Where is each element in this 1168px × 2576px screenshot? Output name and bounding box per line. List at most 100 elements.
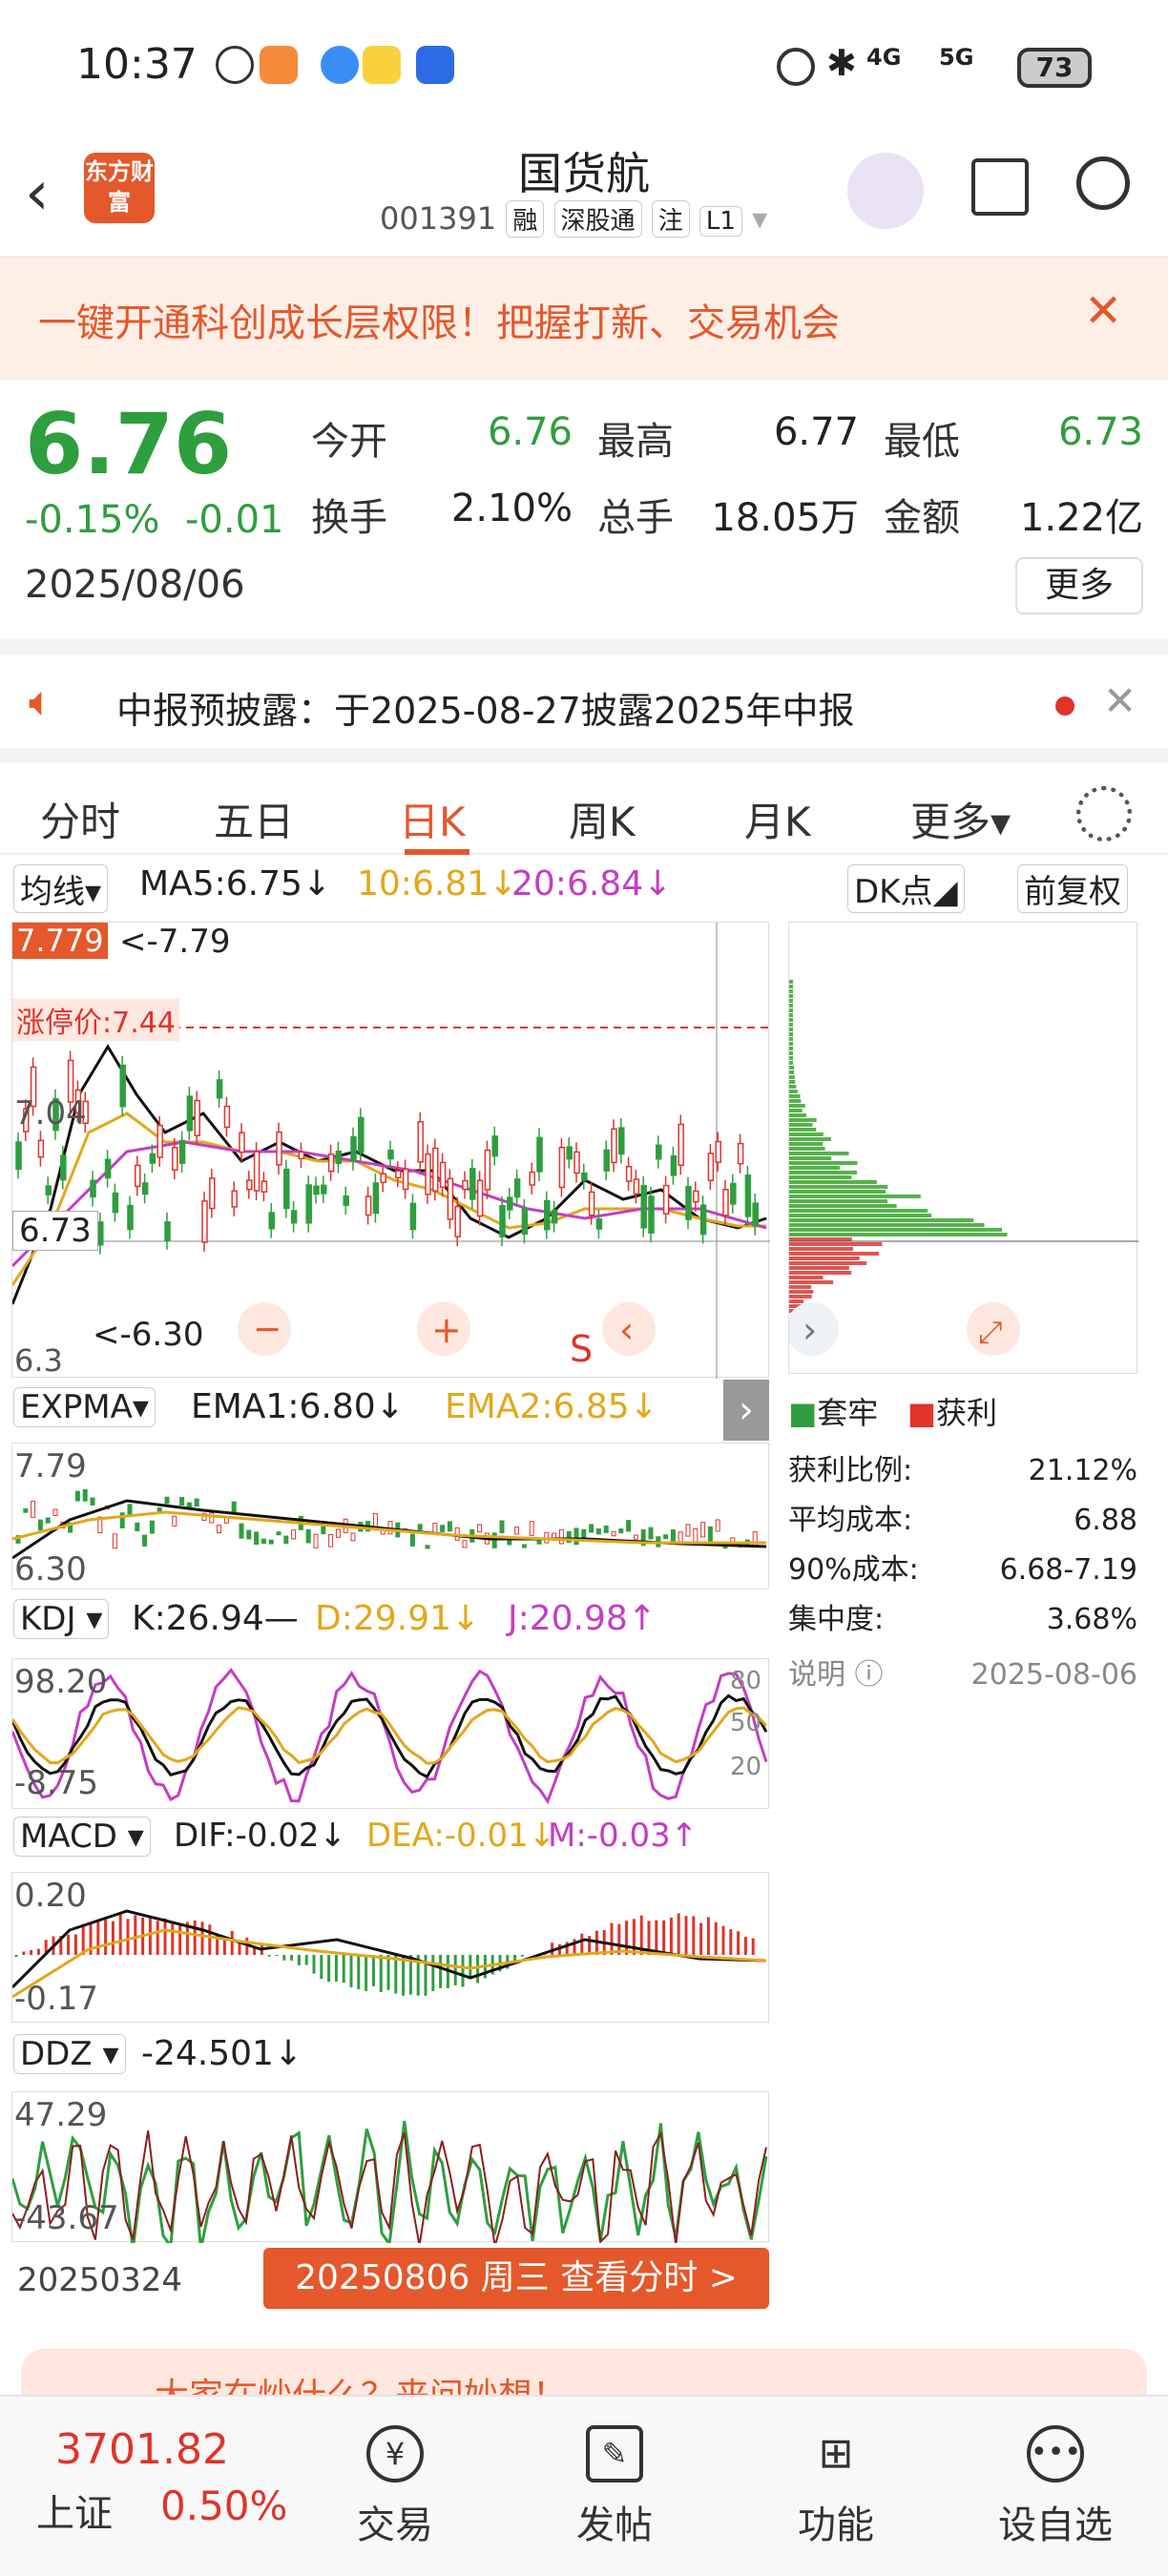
nav-post[interactable]: ✎ 发帖 bbox=[548, 2425, 681, 2549]
expma-candle bbox=[589, 1524, 594, 1533]
chip-row-label: 集中度: bbox=[788, 1603, 885, 1636]
close-icon[interactable]: ✕ bbox=[1084, 284, 1122, 338]
candle bbox=[164, 1221, 171, 1241]
app-notify-icon bbox=[216, 46, 254, 84]
chip-bar bbox=[789, 1070, 795, 1074]
notice-bar[interactable]: 🔈︎ 中报预披露：于2025-08-27披露2025年中报 ✕ bbox=[0, 639, 1168, 748]
adjust-button[interactable]: 前复权 bbox=[1017, 864, 1128, 913]
ad-strip[interactable]: 大家在炒什么？来问妙想！ bbox=[21, 2349, 1147, 2395]
more-dots-icon: ••• bbox=[1027, 2425, 1084, 2483]
candle bbox=[223, 1105, 231, 1129]
expma-dropdown[interactable]: EXPMA▾ bbox=[13, 1387, 156, 1427]
expma-candle bbox=[52, 1508, 58, 1516]
chip-bar bbox=[789, 1128, 817, 1132]
chip-row-value: 6.88 bbox=[1074, 1504, 1137, 1537]
ddz-dropdown[interactable]: DDZ ▾ bbox=[13, 2034, 126, 2074]
candle bbox=[313, 1185, 320, 1195]
nav-trade-label: 交易 bbox=[357, 2503, 433, 2547]
dropdown-icon[interactable]: ▾ bbox=[752, 200, 767, 237]
candle bbox=[574, 1151, 580, 1174]
tag-connect: 深股通 bbox=[553, 200, 642, 238]
chip-bar bbox=[789, 1252, 880, 1256]
tab-intraday[interactable]: 分时 bbox=[40, 790, 120, 848]
macd-dropdown[interactable]: MACD ▾ bbox=[13, 1817, 151, 1857]
promo-banner[interactable]: 一键开通科创成长层权限！把握打新、交易机会 ✕ bbox=[0, 258, 1168, 380]
tab-more[interactable]: 更多▾ bbox=[910, 790, 1011, 848]
chip-bar bbox=[789, 1247, 853, 1251]
kline-chart[interactable]: − + ‹ S 7.779 <-7.79 涨停价:7.44 7.04 6.73 … bbox=[10, 922, 770, 1379]
candle bbox=[239, 1132, 245, 1153]
candle bbox=[469, 1168, 476, 1200]
expma-candle bbox=[462, 1540, 468, 1548]
chip-bar bbox=[789, 1099, 802, 1103]
tab-weekly-k[interactable]: 周K bbox=[569, 790, 636, 848]
close-icon[interactable]: ✕ bbox=[1103, 677, 1137, 724]
tab-daily-k[interactable]: 日K bbox=[399, 790, 466, 848]
kline-mid-label: 7.04 bbox=[14, 1094, 87, 1132]
dk-points-button[interactable]: DK点◢ bbox=[847, 864, 965, 913]
chip-note-row[interactable]: 说明 ⓘ 2025-08-06 bbox=[788, 1651, 1137, 1700]
candle bbox=[491, 1135, 498, 1157]
expma-candle bbox=[149, 1520, 155, 1534]
network-4g: 4G bbox=[866, 44, 902, 71]
legend-trap: 套牢 bbox=[817, 1395, 879, 1431]
ai-robot-icon[interactable] bbox=[847, 153, 924, 229]
index-name[interactable]: 上证 bbox=[36, 2483, 113, 2538]
index-value[interactable]: 3701.82 bbox=[55, 2425, 229, 2474]
index-pct[interactable]: 0.50% bbox=[160, 2483, 287, 2529]
chip-bar bbox=[789, 1223, 985, 1227]
candle bbox=[261, 1180, 268, 1193]
svg-text:+: + bbox=[431, 1309, 462, 1351]
kdj-dropdown[interactable]: KDJ ▾ bbox=[13, 1599, 110, 1639]
expma-candle bbox=[186, 1502, 192, 1508]
expma-candle bbox=[529, 1521, 534, 1536]
kline-top-label: 7.779 bbox=[12, 923, 108, 959]
expma-candle bbox=[595, 1528, 601, 1535]
candle bbox=[462, 1179, 469, 1191]
expma-candle bbox=[558, 1528, 564, 1545]
candle bbox=[156, 1124, 163, 1158]
chip-row-value: 21.12% bbox=[1028, 1454, 1137, 1487]
tab-monthly-k[interactable]: 月K bbox=[744, 790, 811, 848]
macd-legend: MACD ▾ DIF:-0.02↓ DEA:-0.01↓ M:-0.03↑ bbox=[13, 1817, 767, 1864]
expma-candle bbox=[246, 1529, 252, 1540]
chip-legend: ■套牢 ■获利 bbox=[788, 1389, 997, 1433]
candle bbox=[581, 1172, 588, 1181]
expma-candle bbox=[283, 1535, 289, 1544]
expma-candle bbox=[194, 1498, 199, 1507]
candle bbox=[447, 1177, 454, 1220]
nav-add-watchlist[interactable]: ••• 设自选 bbox=[989, 2425, 1122, 2549]
chip-note-label: 说明 bbox=[788, 1658, 845, 1692]
settings-gear-icon[interactable] bbox=[1076, 786, 1132, 841]
label-volume: 总手 bbox=[597, 496, 674, 540]
share-icon[interactable] bbox=[971, 158, 1029, 216]
tab-five-day[interactable]: 五日 bbox=[214, 790, 294, 848]
chip-bar bbox=[789, 1104, 805, 1108]
nav-trade[interactable]: ¥ 交易 bbox=[328, 2425, 462, 2549]
ddz-chart: 47.29 -43.67 bbox=[10, 2091, 769, 2251]
candle bbox=[402, 1168, 409, 1191]
nav-post-label: 发帖 bbox=[576, 2503, 653, 2547]
tag-margin: 融 bbox=[506, 200, 545, 238]
candle bbox=[186, 1095, 194, 1132]
alarm-icon bbox=[777, 48, 815, 86]
expma-candle bbox=[603, 1525, 609, 1533]
candle bbox=[149, 1153, 156, 1164]
candle bbox=[104, 1158, 112, 1179]
nav-functions[interactable]: ⊞ 功能 bbox=[769, 2425, 903, 2549]
search-icon[interactable] bbox=[1076, 156, 1130, 210]
candle bbox=[633, 1178, 640, 1195]
status-time: 10:37 bbox=[76, 40, 198, 89]
macd-dif-value: DIF:-0.02↓ bbox=[174, 1817, 347, 1855]
candle bbox=[752, 1202, 759, 1227]
ddz-bottom: -43.67 bbox=[14, 2199, 119, 2237]
expma-candle bbox=[685, 1524, 691, 1537]
chip-bar bbox=[789, 1233, 1008, 1236]
view-intraday-button[interactable]: 20250806 周三 查看分时 > bbox=[263, 2248, 769, 2309]
collapse-panel-button[interactable]: › bbox=[723, 1380, 769, 1441]
ddz-line-2 bbox=[11, 2130, 767, 2247]
chip-bar bbox=[789, 1023, 793, 1027]
start-date: 20250324 bbox=[17, 2261, 183, 2299]
more-button[interactable]: 更多 bbox=[1015, 557, 1143, 614]
ma-dropdown[interactable]: 均线▾ bbox=[13, 864, 109, 913]
